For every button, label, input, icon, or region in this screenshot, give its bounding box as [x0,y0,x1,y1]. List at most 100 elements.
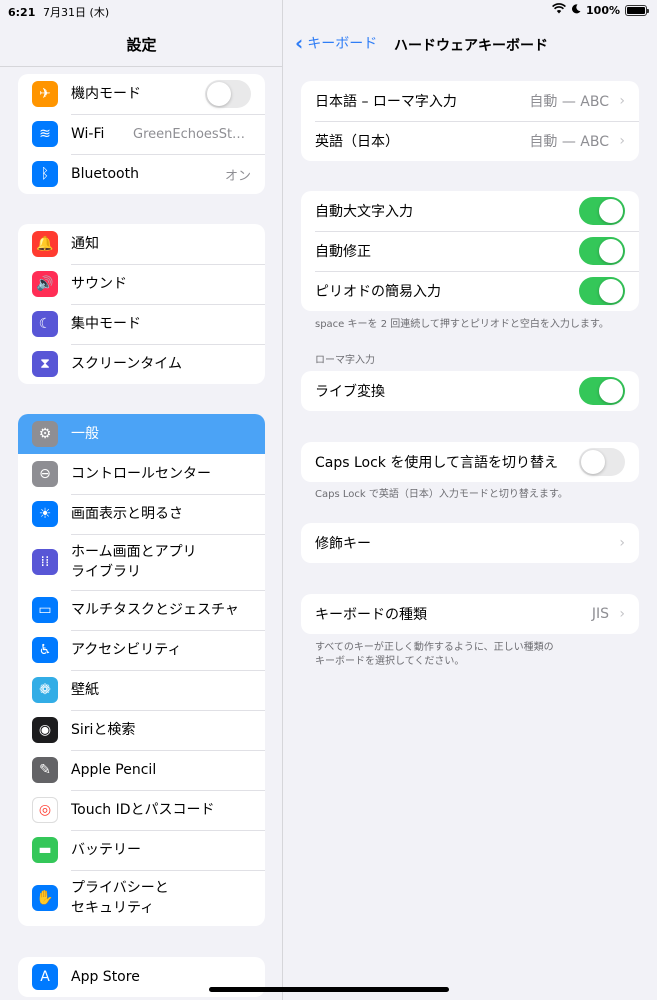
toggle-knob [599,239,623,263]
row-label: キーボードの種類 [315,607,427,623]
hand-icon: ✋ [32,885,58,911]
toggle-knob [581,450,605,474]
toggle-switch[interactable] [579,277,625,305]
sidebar-item-speaker[interactable]: 🔊 サウンド [18,264,265,304]
live-conversion-group: ライブ変換 [301,371,639,411]
sidebar-item-label: アクセシビリティ [71,642,182,658]
home-grid-icon: ⁞⁞ [32,549,58,575]
chevron-left-icon: ‹ [295,31,304,55]
caps-lock-group: Caps Lock を使用して言語を切り替え [301,442,639,482]
sidebar-item-hand[interactable]: ✋ プライバシーと セキュリティ [18,870,265,926]
sun-icon: ☀ [32,501,58,527]
caps-lock-footnote: Caps Lock で英語（日本）入力モードと切り替えます。 [315,489,568,500]
sidebar-item-hourglass[interactable]: ⧗ スクリーンタイム [18,344,265,384]
sidebar-item-wifi[interactable]: ≋ Wi-Fi GreenEchoesStudi... [18,114,265,154]
sidebar-title: 設定 [126,36,157,54]
toggle-knob [599,199,623,223]
sidebar-item-label: バッテリー [71,842,141,858]
period-footnote: space キーを 2 回連続して押すとピリオドと空白を入力します。 [315,319,609,330]
bell-icon: 🔔 [32,231,58,257]
sidebar-item-flower[interactable]: ❁ 壁紙 [18,670,265,710]
live-conversion-row[interactable]: ライブ変換 [301,371,639,411]
english-japan-row[interactable]: 英語（日本） 自動 — ABC › [301,121,639,161]
sidebar-item-label: 画面表示と明るさ [71,506,183,522]
keyboard-type-group: キーボードの種類 JIS › [301,594,639,634]
status-date: 7月31日 (木) [43,6,110,19]
sidebar-item-label: Apple Pencil [71,762,157,778]
sidebar-item-label: Touch IDとパスコード [71,802,215,818]
sidebar-item-accessibility[interactable]: ♿ アクセシビリティ [18,630,265,670]
auto-capitalization-row[interactable]: 自動大文字入力 [301,191,639,231]
bluetooth-icon: ᛒ [32,161,58,187]
switches-icon: ⊖ [32,461,58,487]
sidebar-item-label: 集中モード [71,316,141,332]
status-time: 6:21 7月31日 (木) [8,6,110,19]
sidebar-item-label: ホーム画面とアプリ ライブラリ [71,544,197,580]
toggle-knob [207,82,231,106]
auto-correction-row[interactable]: 自動修正 [301,231,639,271]
sidebar-item-sun[interactable]: ☀ 画面表示と明るさ [18,494,265,534]
period-shortcut-row[interactable]: ピリオドの簡易入力 [301,271,639,311]
language-group: 日本語 – ローマ字入力 自動 — ABC › 英語（日本） 自動 — ABC › [301,81,639,161]
keyboard-type-row[interactable]: キーボードの種類 JIS › [301,594,639,634]
flower-icon: ❁ [32,677,58,703]
row-label: 自動大文字入力 [315,204,413,220]
sidebar-item-multitask[interactable]: ▭ マルチタスクとジェスチャ [18,590,265,630]
sidebar-item-pencil[interactable]: ✎ Apple Pencil [18,750,265,790]
chevron-right-icon: › [619,535,625,551]
row-label: Caps Lock を使用して言語を切り替え [315,455,558,471]
modifier-keys-row[interactable]: 修飾キー › [301,523,639,563]
row-value: JIS [591,606,609,622]
moon-status-icon [571,3,581,17]
sidebar-item-gear[interactable]: ⚙ 一般 [18,414,265,454]
sidebar-item-siri[interactable]: ◉ Siriと検索 [18,710,265,750]
row-value: 自動 — ABC [529,94,609,110]
caps-lock-switch-row[interactable]: Caps Lock を使用して言語を切り替え [301,442,639,482]
toggle-switch[interactable] [579,197,625,225]
chevron-right-icon: › [619,93,625,109]
sidebar-item-home-grid[interactable]: ⁞⁞ ホーム画面とアプリ ライブラリ [18,534,265,590]
sidebar-item-label: プライバシーと セキュリティ [71,880,169,916]
status-indicators: 100% [552,3,649,17]
sidebar-item-label: サウンド [71,276,127,292]
romaji-section-header: ローマ字入力 [315,355,375,366]
toggle-knob [599,279,623,303]
sidebar-item-bluetooth[interactable]: ᛒ Bluetooth オン [18,154,265,194]
sidebar-item-label: マルチタスクとジェスチャ [71,602,239,618]
chevron-right-icon: › [619,606,625,622]
sidebar-item-battery[interactable]: ▬ バッテリー [18,830,265,870]
siri-icon: ◉ [32,717,58,743]
row-label: 自動修正 [315,244,371,260]
japanese-romaji-row[interactable]: 日本語 – ローマ字入力 自動 — ABC › [301,81,639,121]
sidebar-item-moon[interactable]: ☾ 集中モード [18,304,265,344]
battery-icon: ▬ [32,837,58,863]
sidebar-group-notifications: 🔔 通知 🔊 サウンド ☾ 集中モード ⧗ スクリーンタイム [18,224,265,384]
sidebar-item-label: 壁紙 [71,682,99,698]
fingerprint-icon: ◎ [32,797,58,823]
sidebar-group-general: ⚙ 一般 ⊖ コントロールセンター ☀ 画面表示と明るさ ⁞⁞ ホーム画面とアプリ ライブラリ… [18,414,265,926]
detail-pane: ‹ キーボード ハードウェアキーボード 日本語 – ローマ字入力 自動 — ABC… [283,0,657,1000]
toggle-switch[interactable] [579,237,625,265]
keyboard-type-footnote: すべてのキーが正しく動作するように、正しい種類の キーボードを選択してください。 [315,642,554,667]
sidebar-item-label: Siriと検索 [71,722,136,738]
row-label: 英語（日本） [315,134,399,150]
sidebar-item-value: オン [224,168,251,184]
sidebar-item-airplane[interactable]: ✈ 機内モード [18,74,265,114]
settings-sidebar: 設定 ✈ 機内モード ≋ Wi-Fi GreenEchoesStudi... ᛒ Bluet… [0,0,283,1000]
chevron-right-icon: › [619,133,625,149]
toggle-switch[interactable] [579,377,625,405]
sidebar-item-label: コントロールセンター [71,466,211,482]
gear-icon: ⚙ [32,421,58,447]
sidebar-item-label: スクリーンタイム [71,356,183,372]
sidebar-item-label: 一般 [71,426,99,442]
sidebar-item-fingerprint[interactable]: ◎ Touch IDとパスコード [18,790,265,830]
battery-status-icon [625,4,649,16]
sidebar-item-bell[interactable]: 🔔 通知 [18,224,265,264]
sidebar-item-switches[interactable]: ⊖ コントロールセンター [18,454,265,494]
toggle-switch[interactable] [579,448,625,476]
airplane-mode-toggle[interactable] [205,80,251,108]
sidebar-item-label: Wi-Fi [71,126,105,142]
status-bar: 6:21 7月31日 (木) 100% [0,0,657,22]
back-button[interactable]: ‹ キーボード [295,33,377,53]
sidebar-item-label: Bluetooth [71,166,139,182]
